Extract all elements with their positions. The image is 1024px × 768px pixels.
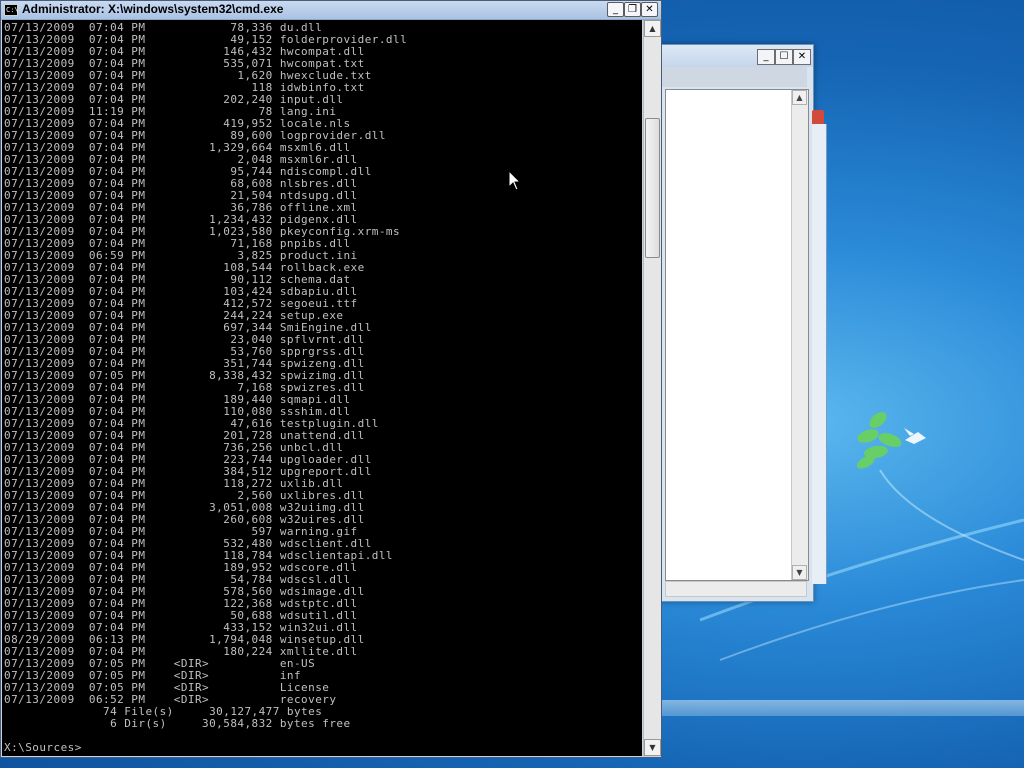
cmd-window[interactable]: C:\ Administrator: X:\windows\system32\c… (0, 0, 662, 758)
console-line: 6 Dir(s) 30,584,832 bytes free (4, 717, 351, 730)
scroll-down-arrow-icon[interactable]: ▼ (792, 565, 807, 580)
background-window-scrollbar[interactable]: ▲ ▼ (791, 90, 808, 580)
background-close-tab (812, 110, 824, 124)
console-scrollbar[interactable]: ▲ ▼ (643, 20, 661, 756)
background-window-content[interactable]: ▲ ▼ (665, 89, 809, 581)
taskbar-strip (662, 700, 1024, 716)
cmd-titlebar[interactable]: C:\ Administrator: X:\windows\system32\c… (1, 1, 661, 20)
console-output-area[interactable]: 07/13/2009 07:04 PM 78,336 du.dll 07/13/… (2, 20, 642, 756)
scroll-up-arrow-icon[interactable]: ▲ (792, 90, 807, 105)
background-side-panel (812, 124, 827, 584)
background-minimize-button[interactable]: _ (757, 49, 775, 65)
background-window[interactable]: _ ☐ ✕ ▲ ▼ (650, 44, 814, 602)
scrollbar-thumb[interactable] (645, 118, 660, 258)
background-close-button[interactable]: ✕ (793, 49, 811, 65)
background-window-toolbar (657, 67, 807, 87)
mouse-cursor-icon (508, 170, 522, 191)
scroll-down-arrow-icon[interactable]: ▼ (644, 739, 661, 756)
console-text: 07/13/2009 07:04 PM 78,336 du.dll 07/13/… (2, 20, 642, 754)
bird-icon (904, 428, 926, 444)
restore-button[interactable]: ❐ (624, 2, 641, 17)
background-window-hscrollbar[interactable] (665, 581, 807, 597)
scroll-up-arrow-icon[interactable]: ▲ (644, 20, 661, 37)
console-line: X:\Sources> (4, 741, 82, 754)
window-title: Administrator: X:\windows\system32\cmd.e… (22, 2, 284, 16)
cmd-app-icon[interactable]: C:\ (4, 4, 19, 16)
close-button[interactable]: ✕ (641, 2, 658, 17)
background-maximize-button[interactable]: ☐ (775, 49, 793, 65)
leaf-icon (856, 412, 902, 469)
minimize-button[interactable]: _ (607, 2, 624, 17)
